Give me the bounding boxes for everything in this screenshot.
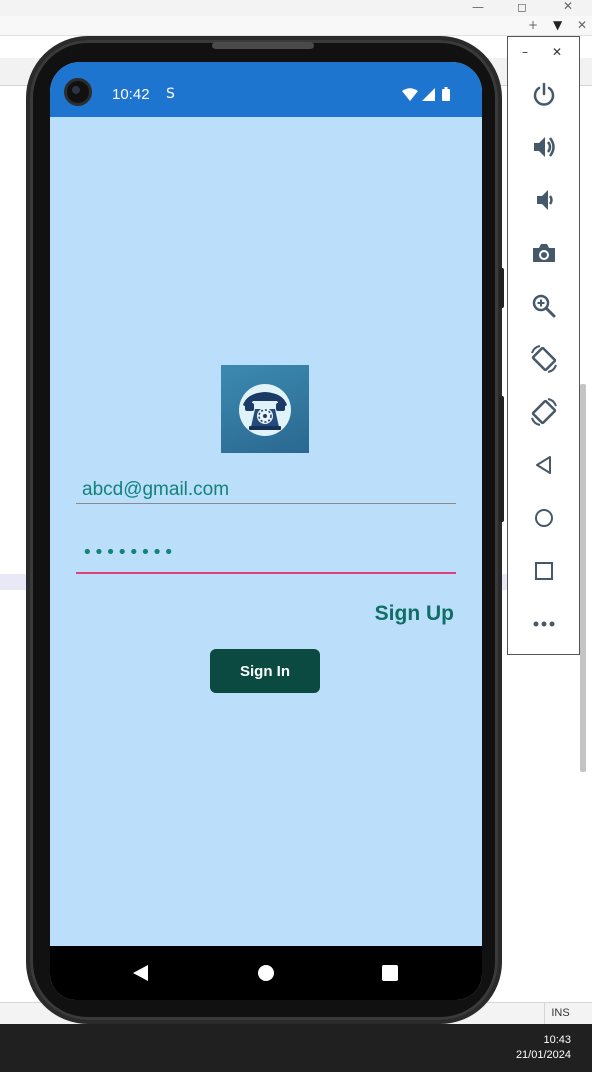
phone-speaker-grille [212, 42, 314, 49]
sign-in-button[interactable]: Sign In [210, 649, 320, 693]
host-tab-bar [0, 16, 592, 36]
zoom-button[interactable] [524, 286, 564, 326]
window-maximize-button[interactable]: ◻ [517, 0, 527, 14]
sign-in-label: Sign In [240, 662, 290, 680]
volume-down-icon [537, 190, 553, 210]
more-options-button[interactable] [524, 604, 564, 644]
phone-screen: 10:42 S abcd@gmail.com •••••••• Sign Up [50, 62, 482, 1000]
wifi-icon [402, 88, 418, 101]
volume-up-icon [534, 137, 555, 157]
phone-side-button [499, 268, 504, 308]
volume-down-button[interactable] [524, 180, 564, 220]
tab-add-button[interactable]: + [528, 18, 538, 32]
rotate-right-button[interactable] [524, 392, 564, 432]
power-button[interactable] [524, 74, 564, 114]
telephone-logo [221, 365, 309, 453]
camera-lens [72, 86, 80, 94]
password-field[interactable]: •••••••• [76, 538, 456, 574]
window-minimize-button[interactable]: — [472, 0, 484, 14]
password-value: •••••••• [82, 542, 175, 563]
rotate-right-icon [531, 398, 557, 426]
status-time: 10:42 [112, 86, 150, 103]
host-title-bar [0, 0, 592, 16]
tab-menu-button[interactable]: ▼ [553, 18, 562, 32]
nav-recents-icon[interactable] [382, 965, 398, 981]
email-field[interactable]: abcd@gmail.com [76, 474, 456, 504]
taskbar-clock-time[interactable]: 10:43 [543, 1034, 571, 1046]
power-icon [533, 82, 555, 106]
screenshot-button[interactable] [524, 233, 564, 273]
more-icon [533, 621, 555, 627]
taskbar [0, 1024, 592, 1072]
panel-close-button[interactable]: ✕ [552, 45, 562, 59]
emulator-home-button[interactable] [524, 498, 564, 538]
panel-minimize-button[interactable]: – [522, 45, 528, 59]
camera-icon [533, 244, 555, 262]
emulator-control-panel: – ✕ [507, 36, 580, 655]
phone-side-button [499, 396, 504, 522]
notification-s-icon: S [166, 86, 175, 102]
window-close-button[interactable]: ✕ [563, 0, 573, 13]
back-icon [536, 456, 551, 474]
rotate-left-icon [531, 345, 557, 373]
taskbar-clock-date[interactable]: 21/01/2024 [516, 1049, 571, 1061]
emulator-back-button[interactable] [524, 445, 564, 485]
nav-home-icon[interactable] [257, 964, 275, 982]
volume-up-button[interactable] [524, 127, 564, 167]
host-scrollbar-thumb[interactable] [580, 384, 586, 772]
tab-close-button[interactable]: ✕ [577, 18, 587, 32]
overview-icon [535, 562, 553, 580]
rotate-left-button[interactable] [524, 339, 564, 379]
zoom-icon [532, 294, 556, 318]
battery-icon [442, 87, 450, 101]
emulator-overview-button[interactable] [524, 551, 564, 591]
telephone-icon [239, 384, 291, 436]
insert-mode-indicator[interactable]: INS [544, 1002, 576, 1024]
email-value: abcd@gmail.com [82, 479, 230, 500]
sign-up-link[interactable]: Sign Up [350, 602, 454, 626]
home-icon [535, 509, 553, 527]
nav-back-icon[interactable] [131, 964, 149, 982]
cellular-signal-icon [422, 88, 435, 101]
